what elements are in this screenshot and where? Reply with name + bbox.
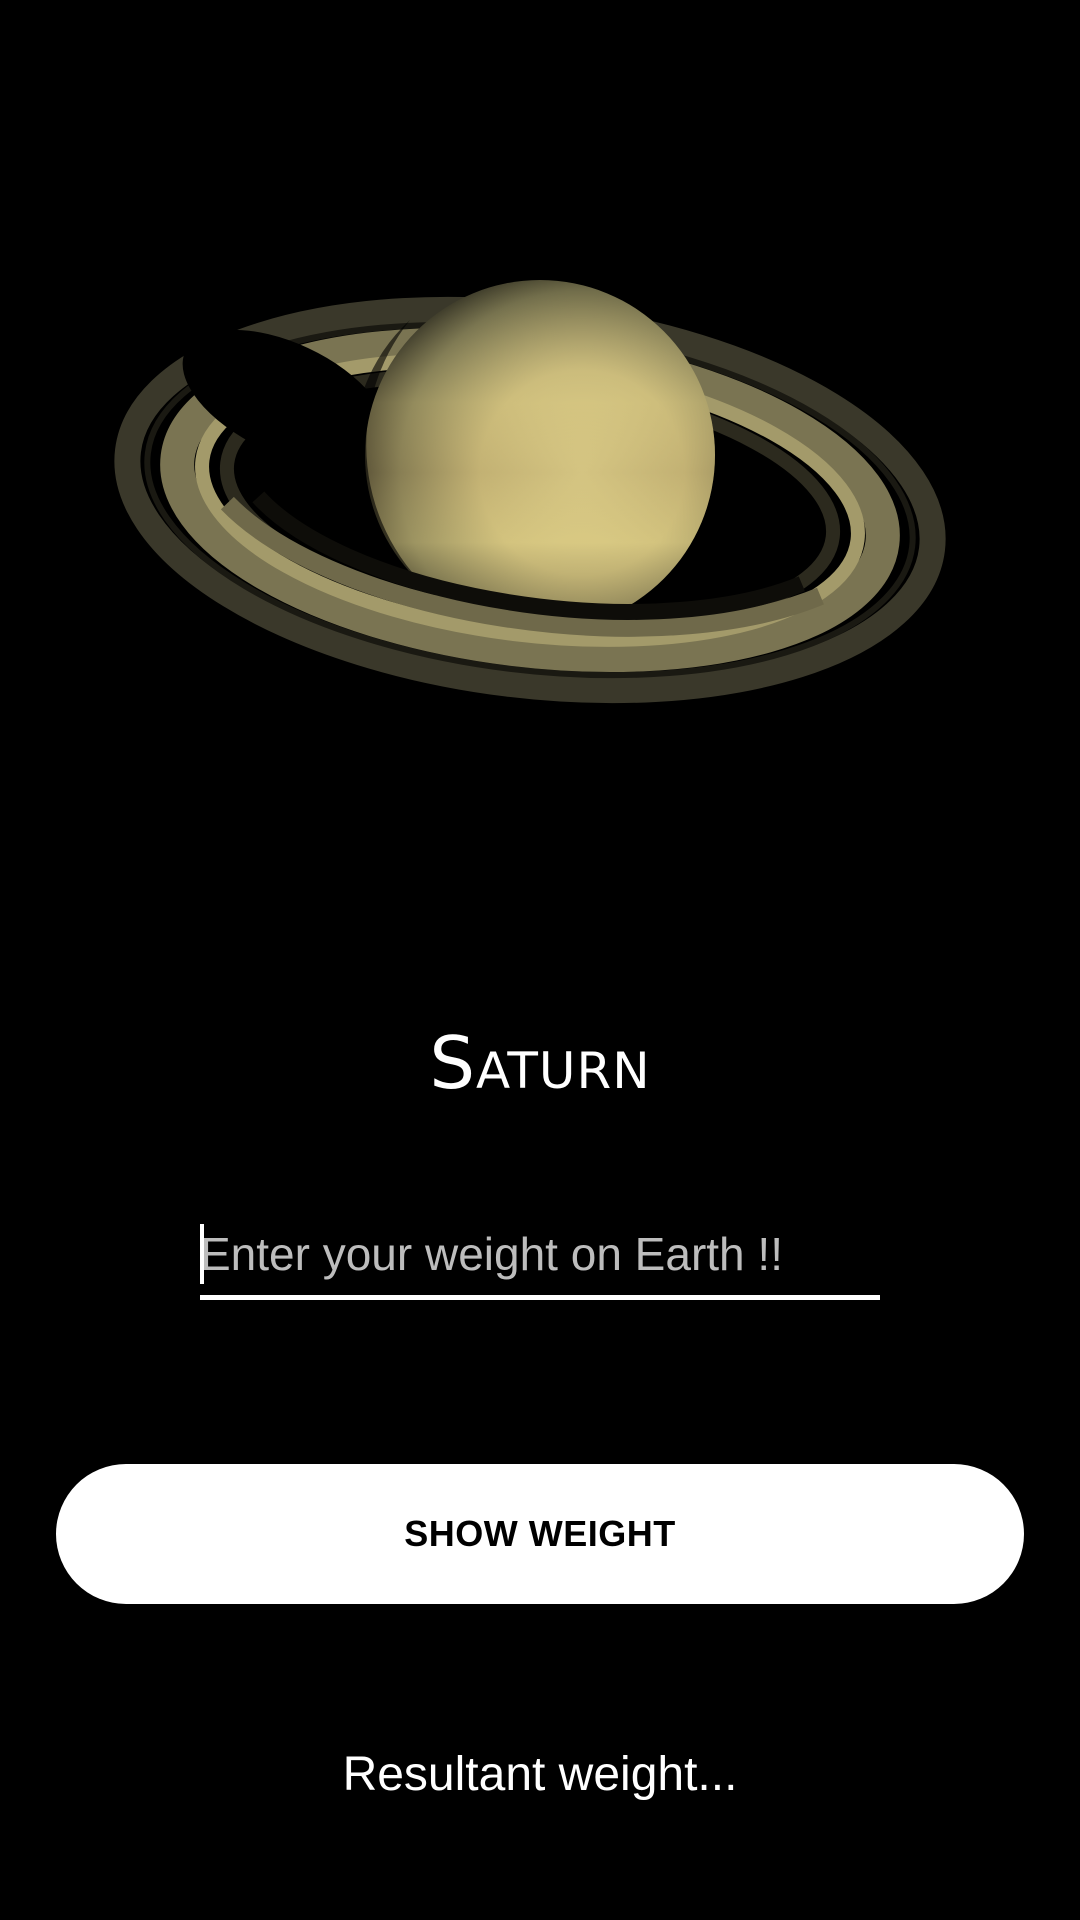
app-screen: Saturn SHOW WEIGHT Resultant weight... [0, 0, 1080, 1920]
saturn-image [110, 280, 950, 720]
saturn-icon [114, 280, 946, 704]
show-weight-button[interactable]: SHOW WEIGHT [56, 1464, 1024, 1604]
weight-input-container [200, 1212, 880, 1300]
resultant-weight-text: Resultant weight... [342, 1748, 738, 1801]
text-caret [200, 1224, 204, 1284]
weight-input[interactable] [200, 1212, 880, 1300]
planet-title: Saturn [429, 1021, 651, 1105]
